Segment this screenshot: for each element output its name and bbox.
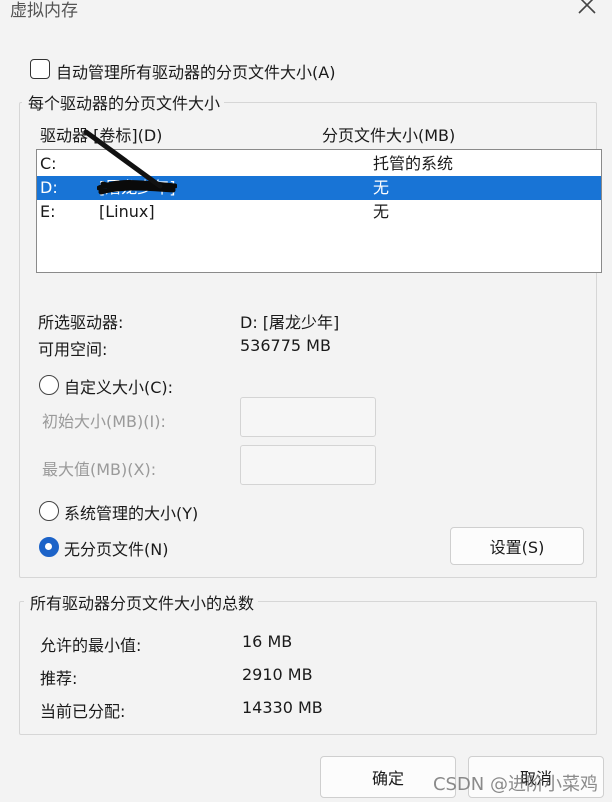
- max-size-input[interactable]: [240, 445, 376, 485]
- free-space-value: 536775 MB: [240, 336, 331, 355]
- drive-size: 托管的系统: [373, 154, 454, 173]
- set-button[interactable]: 设置(S): [450, 527, 584, 565]
- free-space-label: 可用空间:: [38, 340, 108, 359]
- per-drive-group-legend: 每个驱动器的分页文件大小: [22, 90, 225, 114]
- drive-row-e[interactable]: E: [Linux] 无: [37, 200, 601, 224]
- system-managed-radio[interactable]: [39, 501, 59, 521]
- initial-size-input[interactable]: [240, 397, 376, 437]
- max-size-label: 最大值(MB)(X):: [42, 460, 157, 479]
- auto-manage-label[interactable]: 自动管理所有驱动器的分页文件大小(A): [56, 59, 335, 83]
- allocated-label: 当前已分配:: [40, 702, 126, 721]
- custom-size-radio[interactable]: [39, 375, 59, 395]
- drive-letter: E:: [40, 202, 56, 221]
- no-paging-label[interactable]: 无分页文件(N): [64, 536, 168, 560]
- system-managed-label[interactable]: 系统管理的大小(Y): [64, 500, 198, 524]
- column-header-size: 分页文件大小(MB): [322, 126, 456, 145]
- no-paging-radio[interactable]: [39, 537, 59, 557]
- watermark: CSDN @进阶小菜鸡: [432, 774, 598, 795]
- allocated-value: 14330 MB: [242, 698, 323, 717]
- drive-letter: C:: [40, 154, 57, 173]
- drive-label: [Linux]: [99, 202, 155, 221]
- recommended-label: 推荐:: [40, 669, 78, 688]
- window-title: 虚拟内存: [10, 1, 78, 21]
- custom-size-label[interactable]: 自定义大小(C):: [64, 374, 173, 398]
- annotation-arrow: [83, 129, 163, 189]
- drive-size: 无: [373, 178, 390, 197]
- totals-group-legend: 所有驱动器分页文件大小的总数: [24, 590, 259, 614]
- min-allowed-label: 允许的最小值:: [40, 636, 142, 655]
- min-allowed-value: 16 MB: [242, 632, 293, 651]
- drive-size: 无: [373, 202, 390, 221]
- selected-drive-label: 所选驱动器:: [38, 313, 124, 332]
- selected-drive-value: D: [屠龙少年]: [240, 313, 340, 332]
- auto-manage-checkbox[interactable]: [30, 59, 50, 79]
- initial-size-label: 初始大小(MB)(I):: [42, 412, 166, 431]
- close-icon[interactable]: [576, 0, 598, 16]
- recommended-value: 2910 MB: [242, 665, 313, 684]
- drive-letter: D:: [40, 178, 58, 197]
